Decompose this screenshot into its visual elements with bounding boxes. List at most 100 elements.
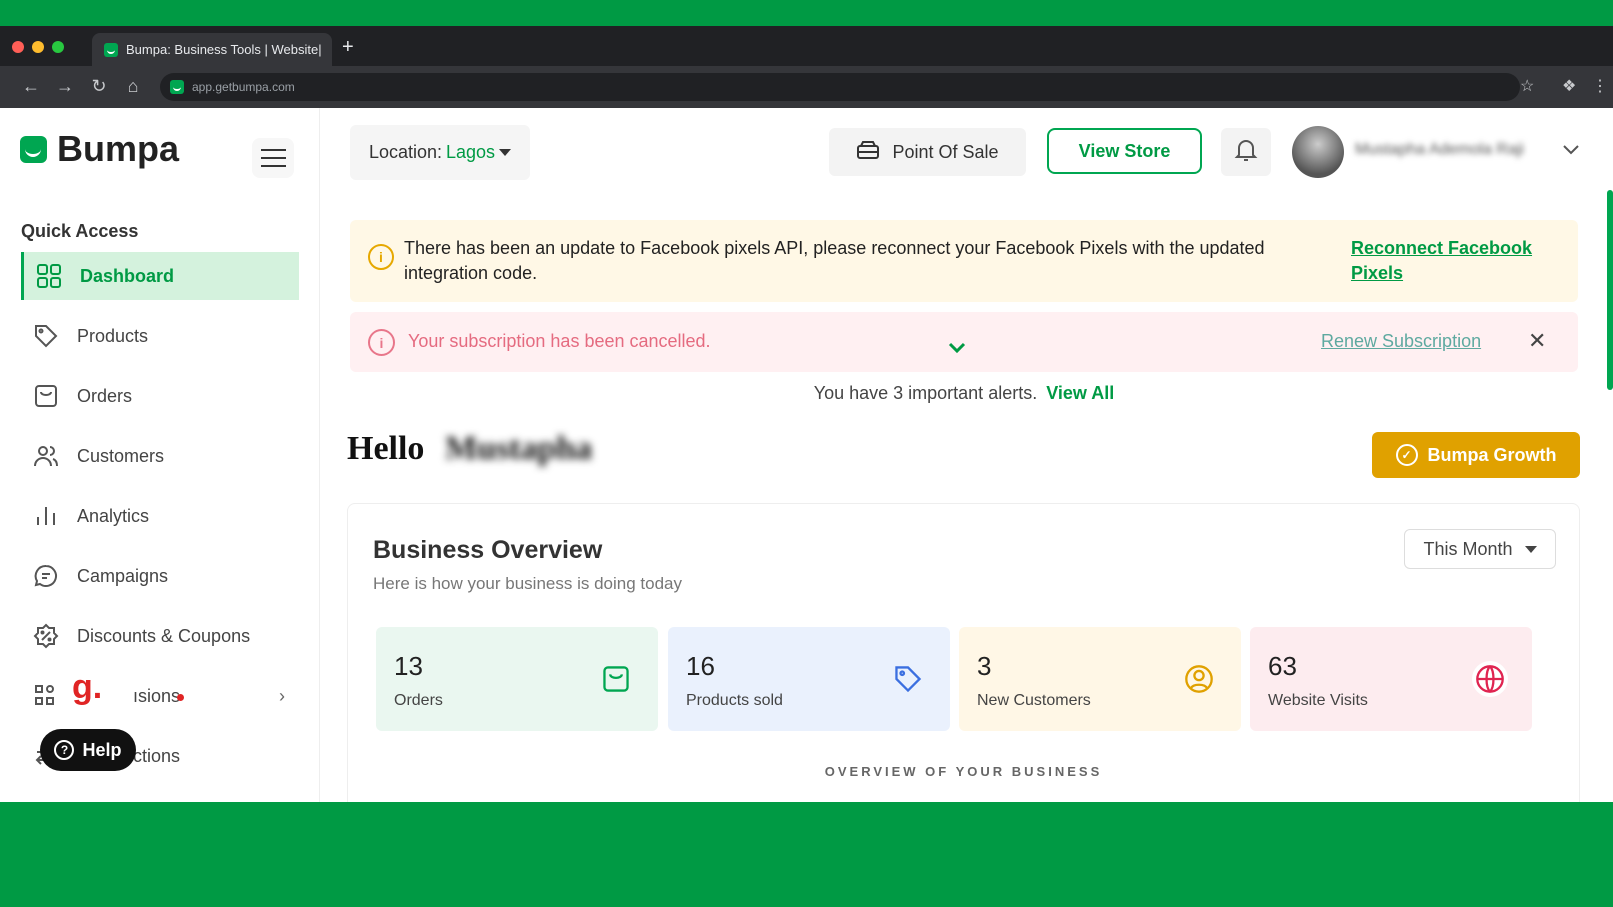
chevron-down-icon[interactable]	[1560, 138, 1582, 160]
help-button[interactable]: ? Help	[40, 729, 136, 771]
overview-subtitle: Here is how your business is doing today	[373, 574, 682, 593]
sidebar-item-label: Campaigns	[77, 565, 169, 586]
notifications-button[interactable]	[1221, 128, 1271, 176]
period-value: This Month	[1423, 538, 1513, 559]
grid-icon	[36, 263, 62, 289]
view-all-alerts-link[interactable]: View All	[1046, 383, 1114, 403]
sidebar-item-label: ctions	[133, 745, 181, 766]
sidebar-item-discounts[interactable]: Discounts & Coupons	[21, 612, 299, 660]
users-icon	[33, 443, 59, 469]
percent-badge-icon	[33, 623, 59, 649]
tag-icon	[890, 661, 926, 697]
address-bar[interactable]: app.getbumpa.com	[160, 73, 1520, 101]
sidebar-item-label: Products	[77, 325, 149, 346]
brand-name: Bumpa	[57, 128, 180, 169]
url-text: app.getbumpa.com	[192, 80, 295, 94]
sidebar-item-extensions[interactable]: ısions ›	[21, 672, 299, 720]
stat-value: 13	[394, 651, 423, 681]
sidebar-item-label: ısions	[133, 685, 181, 706]
site-favicon-icon	[170, 80, 184, 94]
avatar[interactable]	[1292, 126, 1344, 178]
question-icon: ?	[54, 740, 75, 760]
favicon-icon	[104, 42, 118, 57]
sidebar: Bumpa Quick Access Dashboard Products Or…	[0, 108, 320, 802]
location-selector[interactable]: Location: Lagos	[350, 125, 530, 180]
apps-icon	[33, 683, 59, 709]
pos-icon	[856, 140, 880, 165]
tag-icon	[33, 323, 59, 349]
sidebar-item-analytics[interactable]: Analytics	[21, 492, 299, 540]
pixel-update-banner: i There has been an update to Facebook p…	[350, 220, 1578, 302]
sidebar-item-products[interactable]: Products	[21, 312, 299, 360]
stat-card-new-customers[interactable]: 3 New Customers	[959, 627, 1241, 731]
stat-label: Products sold	[686, 692, 783, 709]
sidebar-item-label: Dashboard	[80, 265, 175, 286]
sidebar-item-orders[interactable]: Orders	[21, 372, 299, 420]
close-window-button[interactable]	[12, 41, 24, 53]
caret-down-icon	[1524, 545, 1537, 553]
bar-chart-icon	[33, 503, 59, 529]
sidebar-item-label: Discounts & Coupons	[77, 625, 251, 646]
overview-title: Business Overview	[373, 536, 603, 564]
view-store-button[interactable]: View Store	[1047, 128, 1202, 174]
stat-label: Orders	[394, 692, 443, 709]
alerts-text: You have 3 important alerts.	[813, 383, 1038, 403]
overview-footer-label: OVERVIEW OF YOUR BUSINESS	[824, 764, 1103, 779]
extensions-icon[interactable]: ❖	[1562, 76, 1576, 96]
bumpa-growth-button[interactable]: ✓ Bumpa Growth	[1372, 432, 1580, 478]
stat-value: 16	[686, 651, 715, 681]
bumpa-logo-icon	[20, 135, 47, 163]
g-badge: g.	[72, 668, 103, 706]
business-overview-card: Business Overview Here is how your busin…	[347, 503, 1580, 802]
sidebar-item-customers[interactable]: Customers	[21, 432, 299, 480]
stat-value: 3	[977, 651, 992, 681]
sidebar-item-dashboard[interactable]: Dashboard	[21, 252, 299, 300]
browser-toolbar: ← → ↻ ⌂ app.getbumpa.com ☆ ❖ ⋮	[0, 66, 1613, 108]
stat-label: New Customers	[977, 692, 1091, 709]
stat-card-orders[interactable]: 13 Orders	[376, 627, 658, 731]
greeting: Hello Mustapha	[347, 430, 592, 468]
user-circle-icon	[1181, 661, 1217, 697]
check-circle-icon: ✓	[1395, 444, 1418, 466]
sidebar-item-campaigns[interactable]: Campaigns	[21, 552, 299, 600]
greeting-name: Mustapha	[444, 430, 593, 467]
point-of-sale-button[interactable]: Point Of Sale	[829, 128, 1026, 176]
tab-title: Bumpa: Business Tools | Website|	[126, 42, 322, 57]
user-name[interactable]: Mustapha Ademola Raji	[1355, 141, 1524, 159]
location-value: Lagos	[446, 142, 496, 162]
expand-alerts-icon[interactable]	[946, 337, 968, 359]
greeting-hello: Hello	[347, 430, 425, 467]
period-dropdown[interactable]: This Month	[1404, 529, 1556, 569]
home-icon[interactable]: ⌂	[122, 76, 144, 97]
chat-icon	[33, 563, 59, 589]
bag-icon	[33, 383, 59, 409]
stat-value: 63	[1268, 651, 1297, 681]
reconnect-facebook-link[interactable]: Reconnect Facebook Pixels	[1351, 236, 1541, 286]
help-label: Help	[82, 739, 122, 760]
app-root: Bumpa Quick Access Dashboard Products Or…	[0, 108, 1613, 802]
new-tab-button[interactable]: +	[342, 36, 354, 59]
info-icon: i	[368, 244, 394, 270]
close-icon[interactable]: ✕	[1528, 328, 1546, 354]
bookmark-star-icon[interactable]: ☆	[1520, 76, 1534, 96]
bell-icon	[1234, 137, 1258, 168]
browser-tab[interactable]: Bumpa: Business Tools | Website|	[92, 33, 332, 66]
browser-menu-icon[interactable]: ⋮	[1592, 76, 1608, 96]
alert-icon: i	[368, 329, 395, 356]
back-icon[interactable]: ←	[20, 76, 42, 97]
menu-toggle-button[interactable]	[252, 138, 294, 178]
notification-dot	[177, 694, 184, 701]
renew-subscription-link[interactable]: Renew Subscription	[1321, 331, 1481, 352]
page-scrollbar[interactable]	[1607, 190, 1613, 390]
stat-card-website-visits[interactable]: 63 Website Visits	[1250, 627, 1532, 731]
maximize-window-button[interactable]	[52, 41, 64, 53]
sidebar-item-label: Analytics	[77, 505, 150, 526]
minimize-window-button[interactable]	[32, 41, 44, 53]
stat-card-products-sold[interactable]: 16 Products sold	[668, 627, 950, 731]
subscription-banner: i Your subscription has been cancelled. …	[350, 312, 1578, 372]
forward-icon[interactable]: →	[54, 76, 76, 97]
reload-icon[interactable]: ↻	[88, 76, 110, 97]
stat-label: Website Visits	[1268, 692, 1368, 709]
caret-down-icon	[499, 149, 512, 156]
bumpa-logo[interactable]: Bumpa	[20, 128, 179, 170]
